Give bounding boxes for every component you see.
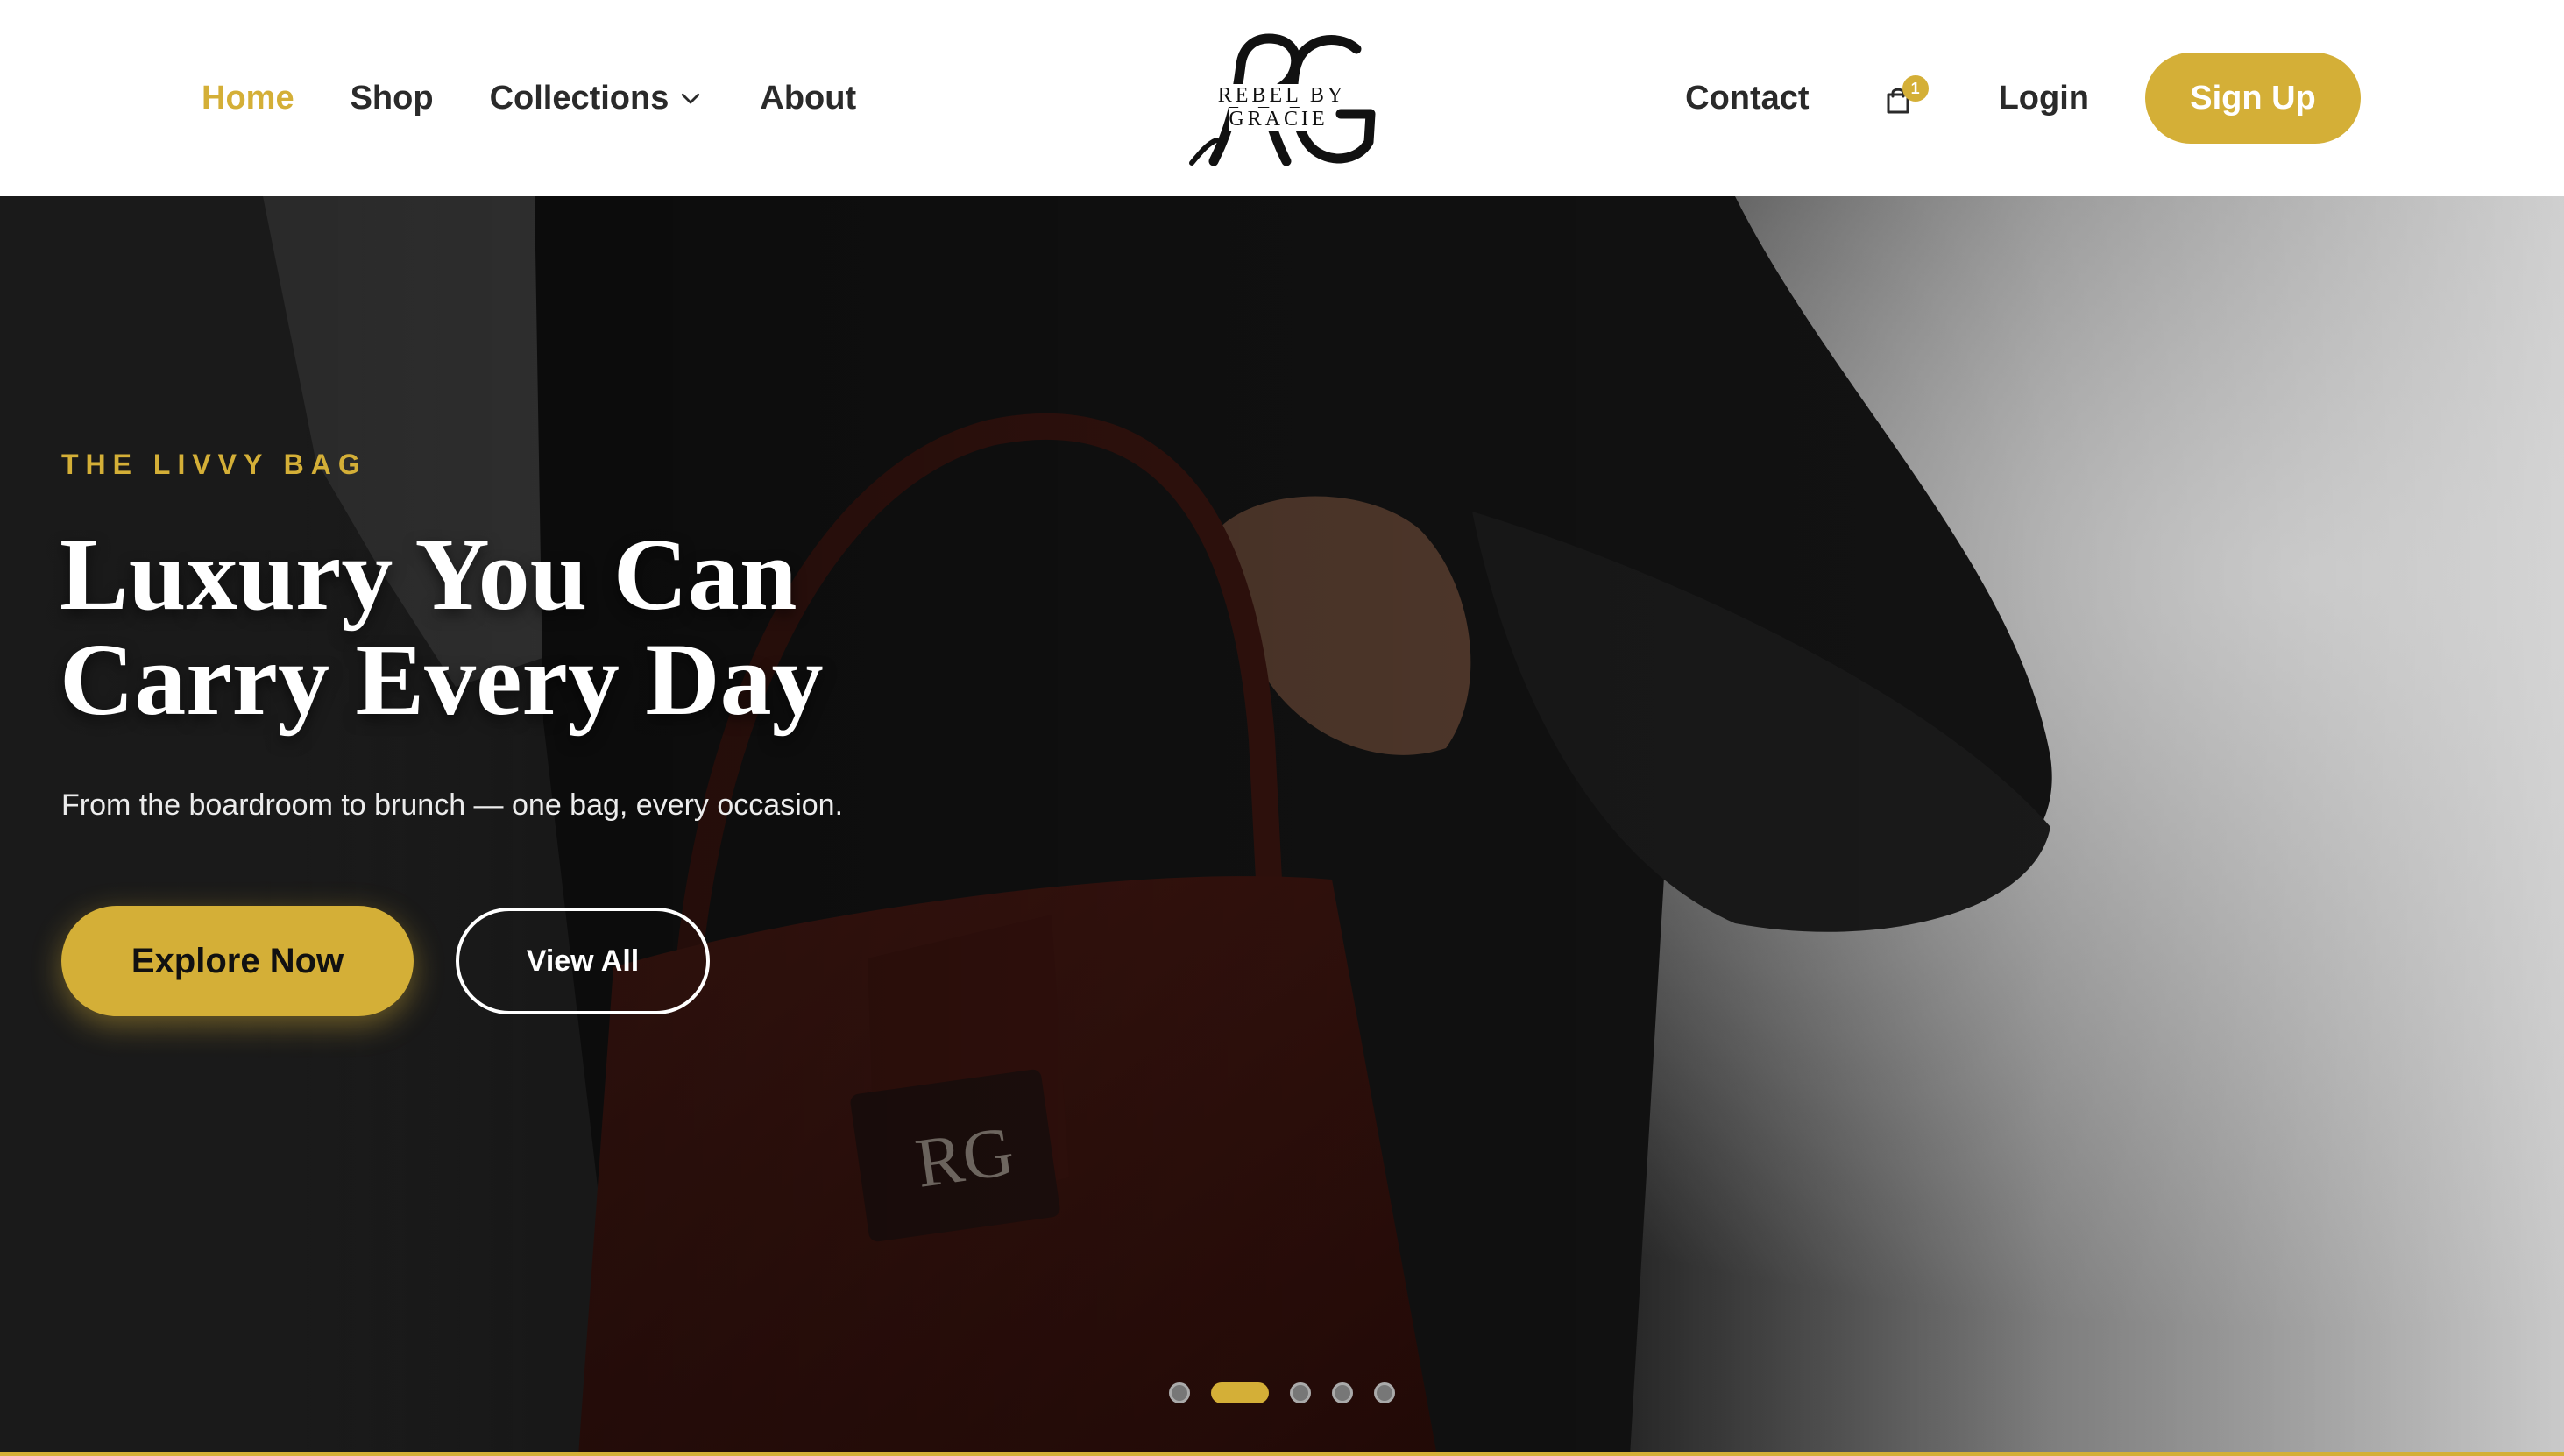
carousel-dot-2-active[interactable]	[1211, 1382, 1269, 1403]
chevron-down-icon	[682, 93, 700, 104]
signup-button[interactable]: Sign Up	[2145, 53, 2361, 144]
brand-wordmark: REBEL BY GRACIE	[1165, 84, 1395, 131]
hero-subtitle: From the boardroom to brunch — one bag, …	[61, 788, 844, 822]
secondary-nav: Contact 1 Login Sign Up	[1685, 53, 2361, 144]
hero-title: Luxury You Can Carry Every Day	[60, 522, 1023, 732]
carousel-dot-1[interactable]	[1169, 1382, 1190, 1403]
cart-count-badge: 1	[1902, 75, 1929, 102]
hero-background-image: RG	[0, 196, 2564, 1456]
hero-eyebrow: THE LIVVY BAG	[61, 449, 367, 480]
hero-bottom-accent-line	[0, 1452, 2564, 1456]
carousel-dot-4[interactable]	[1332, 1382, 1353, 1403]
nav-about-link[interactable]: About	[760, 80, 856, 117]
nav-shop-link[interactable]: Shop	[351, 80, 434, 117]
carousel-dot-3[interactable]	[1290, 1382, 1311, 1403]
brand-logo[interactable]: REBEL BY GRACIE	[1165, 30, 1395, 168]
explore-now-button[interactable]: Explore Now	[61, 906, 414, 1016]
carousel-dot-5[interactable]	[1374, 1382, 1395, 1403]
nav-collections-dropdown[interactable]: Collections	[490, 80, 705, 117]
nav-contact-link[interactable]: Contact	[1685, 80, 1809, 117]
nav-login-link[interactable]: Login	[1999, 80, 2089, 117]
nav-collections-label: Collections	[489, 79, 669, 117]
site-header: Home Shop Collections About REBEL BY GRA…	[0, 0, 2564, 196]
primary-nav: Home Shop Collections About	[202, 70, 912, 126]
nav-home-link[interactable]: Home	[202, 80, 294, 117]
hero-title-line-2: Carry Every Day	[60, 622, 824, 737]
hero-slider: RG THE LIVVY BAG Luxury You Can Carry Ev…	[0, 196, 2564, 1456]
view-all-button[interactable]: View All	[456, 908, 710, 1014]
hero-title-line-1: Luxury You Can	[60, 517, 797, 632]
carousel-pagination	[1169, 1382, 1395, 1403]
cart-button[interactable]: 1	[1880, 75, 1929, 119]
